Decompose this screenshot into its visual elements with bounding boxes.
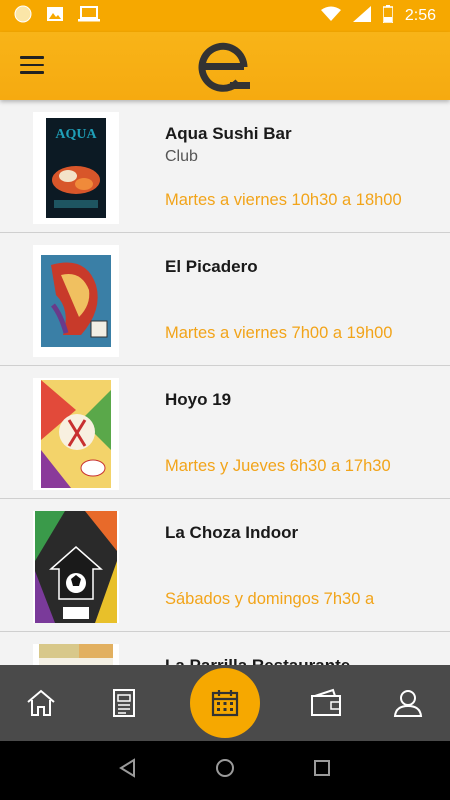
list-item[interactable]: La Choza Indoor Sábados y domingos 7h30 … [0, 499, 450, 632]
calendar-icon[interactable] [190, 668, 260, 738]
app-bar [0, 32, 450, 100]
svg-text:AQUA: AQUA [55, 127, 97, 142]
list-item[interactable]: La Parrilla Restaurante [0, 632, 450, 665]
venue-name: El Picadero [165, 257, 258, 276]
circle-notification-icon [14, 5, 32, 28]
recents-icon[interactable] [311, 757, 333, 784]
venue-name: Aqua Sushi Bar [165, 124, 292, 143]
list-item[interactable]: El Picadero Martes a viernes 7h00 a 19h0… [0, 233, 450, 366]
status-bar: 2:56 [0, 0, 450, 32]
home-icon[interactable] [11, 665, 71, 741]
home-circle-icon[interactable] [214, 757, 236, 784]
venue-name: Hoyo 19 [165, 390, 232, 409]
venue-hours: Sábados y domingos 7h30 a [165, 590, 375, 608]
venue-hours: Martes y Jueves 6h30 a 17h30 [165, 457, 391, 475]
status-time: 2:56 [404, 7, 436, 24]
back-icon[interactable] [117, 757, 139, 784]
venue-hours: Martes a viernes 10h30 a 18h00 [165, 191, 402, 209]
venue-thumbnail [33, 644, 119, 665]
venue-category: Club [165, 148, 198, 165]
brand-e-logo-icon [196, 42, 252, 92]
venue-thumbnail [33, 245, 119, 357]
system-nav-bar [0, 741, 450, 800]
laptop-icon [78, 5, 100, 28]
news-icon[interactable] [94, 665, 154, 741]
venue-hours: Martes a viernes 7h00 a 19h00 [165, 324, 393, 342]
image-icon [46, 5, 64, 28]
bottom-nav [0, 665, 450, 741]
wallet-icon[interactable] [296, 665, 356, 741]
hamburger-menu-icon[interactable] [20, 52, 50, 78]
venue-name: La Choza Indoor [165, 523, 299, 542]
venue-thumbnail [33, 511, 119, 623]
list-item[interactable]: AQUA Aqua Sushi Bar Club Martes a vierne… [0, 100, 450, 233]
battery-icon [382, 4, 394, 28]
venue-name: La Parrilla Restaurante [165, 656, 350, 665]
wifi-icon [320, 6, 341, 27]
profile-icon[interactable] [378, 665, 438, 741]
venue-thumbnail [33, 378, 119, 490]
list-item[interactable]: Hoyo 19 Martes y Jueves 6h30 a 17h30 [0, 366, 450, 499]
signal-icon [352, 5, 371, 27]
venue-thumbnail: AQUA [33, 112, 119, 224]
venue-list: AQUA Aqua Sushi Bar Club Martes a vierne… [0, 100, 450, 665]
